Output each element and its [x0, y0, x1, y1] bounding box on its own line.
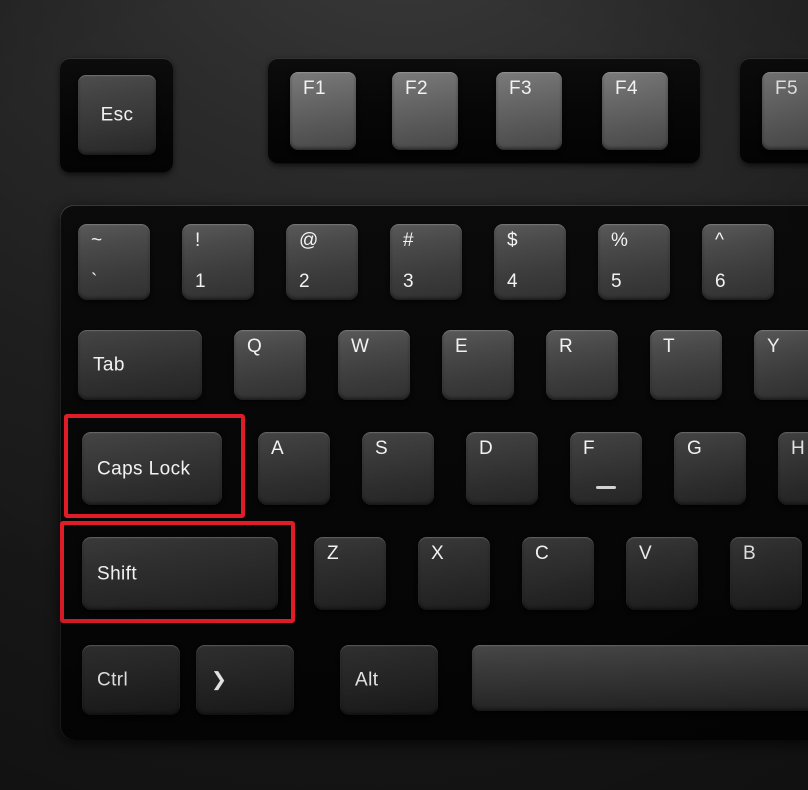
key-5[interactable]: % 5	[598, 224, 670, 300]
key-alt-left-label: Alt	[355, 669, 379, 691]
key-f1-label: F1	[303, 78, 326, 99]
key-2[interactable]: @ 2	[286, 224, 358, 300]
key-6-base-label: 6	[715, 271, 726, 292]
key-caps-lock-label: Caps Lock	[97, 458, 191, 479]
key-ctrl-left-label: Ctrl	[97, 669, 129, 691]
chevron-right-icon: ❯	[211, 669, 228, 691]
key-c-label: C	[535, 543, 550, 564]
key-esc-label: Esc	[100, 104, 134, 126]
key-f[interactable]: F	[570, 432, 642, 505]
key-6-shift-label: ^	[715, 230, 725, 251]
key-y[interactable]: Y	[754, 330, 808, 400]
key-shift-left[interactable]: Shift	[82, 537, 278, 610]
key-c[interactable]: C	[522, 537, 594, 610]
key-2-shift-label: @	[299, 230, 319, 251]
key-d-label: D	[479, 438, 494, 459]
esc-key-plate: Esc	[60, 58, 173, 173]
key-g-label: G	[687, 438, 703, 459]
key-backtick-base-label: `	[91, 271, 98, 292]
key-f1[interactable]: F1	[290, 72, 356, 150]
key-q-label: Q	[247, 336, 263, 357]
key-tab-label: Tab	[93, 354, 125, 376]
key-w[interactable]: W	[338, 330, 410, 400]
key-1-shift-label: !	[195, 230, 201, 251]
key-s[interactable]: S	[362, 432, 434, 505]
key-r-label: R	[559, 336, 574, 357]
key-f2[interactable]: F2	[392, 72, 458, 150]
key-3-shift-label: #	[403, 230, 414, 251]
key-f5[interactable]: F5	[762, 72, 808, 150]
key-r[interactable]: R	[546, 330, 618, 400]
key-t[interactable]: T	[650, 330, 722, 400]
keyboard-screenshot: Esc F1 F2 F3 F4 F5 ~ ` ! 1 @ 2 # 3 $ 4 %…	[0, 0, 808, 790]
key-backtick[interactable]: ~ `	[78, 224, 150, 300]
key-4-shift-label: $	[507, 230, 518, 251]
key-1[interactable]: ! 1	[182, 224, 254, 300]
key-x-label: X	[431, 543, 445, 564]
key-6[interactable]: ^ 6	[702, 224, 774, 300]
key-b[interactable]: B	[730, 537, 802, 610]
key-5-base-label: 5	[611, 271, 622, 292]
key-3-base-label: 3	[403, 271, 414, 292]
key-z-label: Z	[327, 543, 340, 564]
key-backtick-shift-label: ~	[91, 230, 103, 251]
key-x[interactable]: X	[418, 537, 490, 610]
key-a[interactable]: A	[258, 432, 330, 505]
key-windows[interactable]: ❯	[196, 645, 294, 715]
key-v-label: V	[639, 543, 653, 564]
key-b-label: B	[743, 543, 757, 564]
key-f3[interactable]: F3	[496, 72, 562, 150]
key-f5-label: F5	[775, 78, 798, 99]
key-ctrl-left[interactable]: Ctrl	[82, 645, 180, 715]
key-s-label: S	[375, 438, 389, 459]
homing-bump-icon	[596, 486, 616, 489]
key-f2-label: F2	[405, 78, 428, 99]
key-q[interactable]: Q	[234, 330, 306, 400]
key-f4[interactable]: F4	[602, 72, 668, 150]
key-z[interactable]: Z	[314, 537, 386, 610]
key-t-label: T	[663, 336, 676, 357]
key-spacebar[interactable]	[472, 645, 808, 711]
key-g[interactable]: G	[674, 432, 746, 505]
key-v[interactable]: V	[626, 537, 698, 610]
function-keys-plate-f1-f4: F1 F2 F3 F4	[268, 58, 700, 164]
key-w-label: W	[351, 336, 370, 357]
key-e-label: E	[455, 336, 469, 357]
key-2-base-label: 2	[299, 271, 310, 292]
key-d[interactable]: D	[466, 432, 538, 505]
key-y-label: Y	[767, 336, 781, 357]
key-f-label: F	[583, 438, 596, 459]
key-3[interactable]: # 3	[390, 224, 462, 300]
function-keys-plate-f5: F5	[740, 58, 808, 164]
key-f4-label: F4	[615, 78, 638, 99]
key-alt-left[interactable]: Alt	[340, 645, 438, 715]
key-f3-label: F3	[509, 78, 532, 99]
key-4[interactable]: $ 4	[494, 224, 566, 300]
key-1-base-label: 1	[195, 271, 206, 292]
key-caps-lock[interactable]: Caps Lock	[82, 432, 222, 505]
key-4-base-label: 4	[507, 271, 518, 292]
key-e[interactable]: E	[442, 330, 514, 400]
key-tab[interactable]: Tab	[78, 330, 202, 400]
key-5-shift-label: %	[611, 230, 629, 251]
key-esc[interactable]: Esc	[78, 75, 156, 155]
key-h[interactable]: H	[778, 432, 808, 505]
key-h-label: H	[791, 438, 806, 459]
key-a-label: A	[271, 438, 285, 459]
key-shift-left-label: Shift	[97, 563, 138, 584]
